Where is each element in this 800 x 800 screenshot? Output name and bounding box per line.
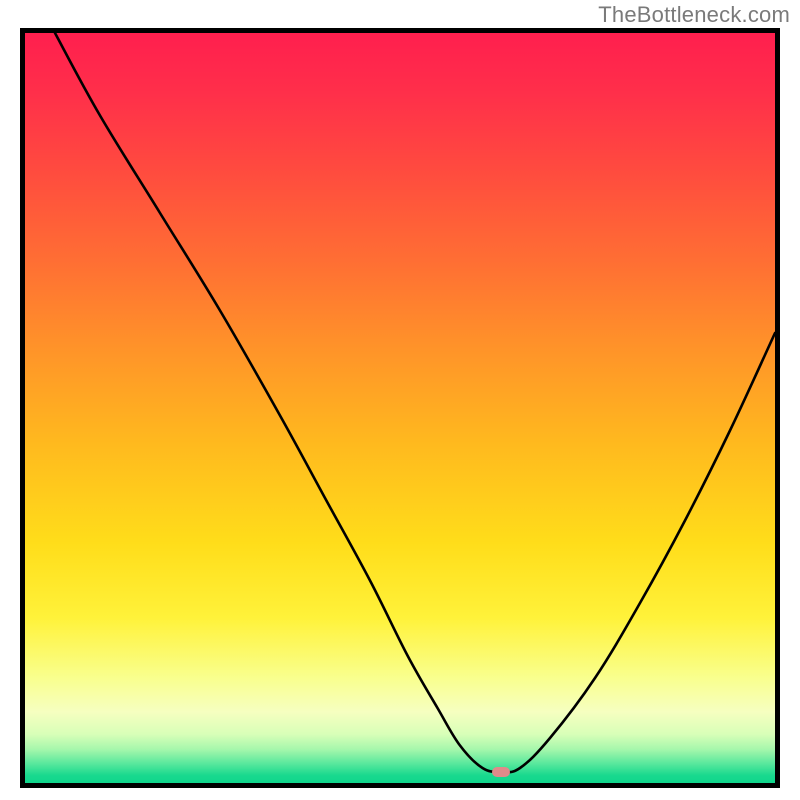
plot-frame xyxy=(20,28,780,788)
plot-area xyxy=(25,33,775,783)
optimal-point-marker-icon xyxy=(492,767,510,777)
attribution-watermark: TheBottleneck.com xyxy=(598,2,790,28)
bottleneck-curve xyxy=(25,33,775,783)
chart-container: TheBottleneck.com xyxy=(0,0,800,800)
